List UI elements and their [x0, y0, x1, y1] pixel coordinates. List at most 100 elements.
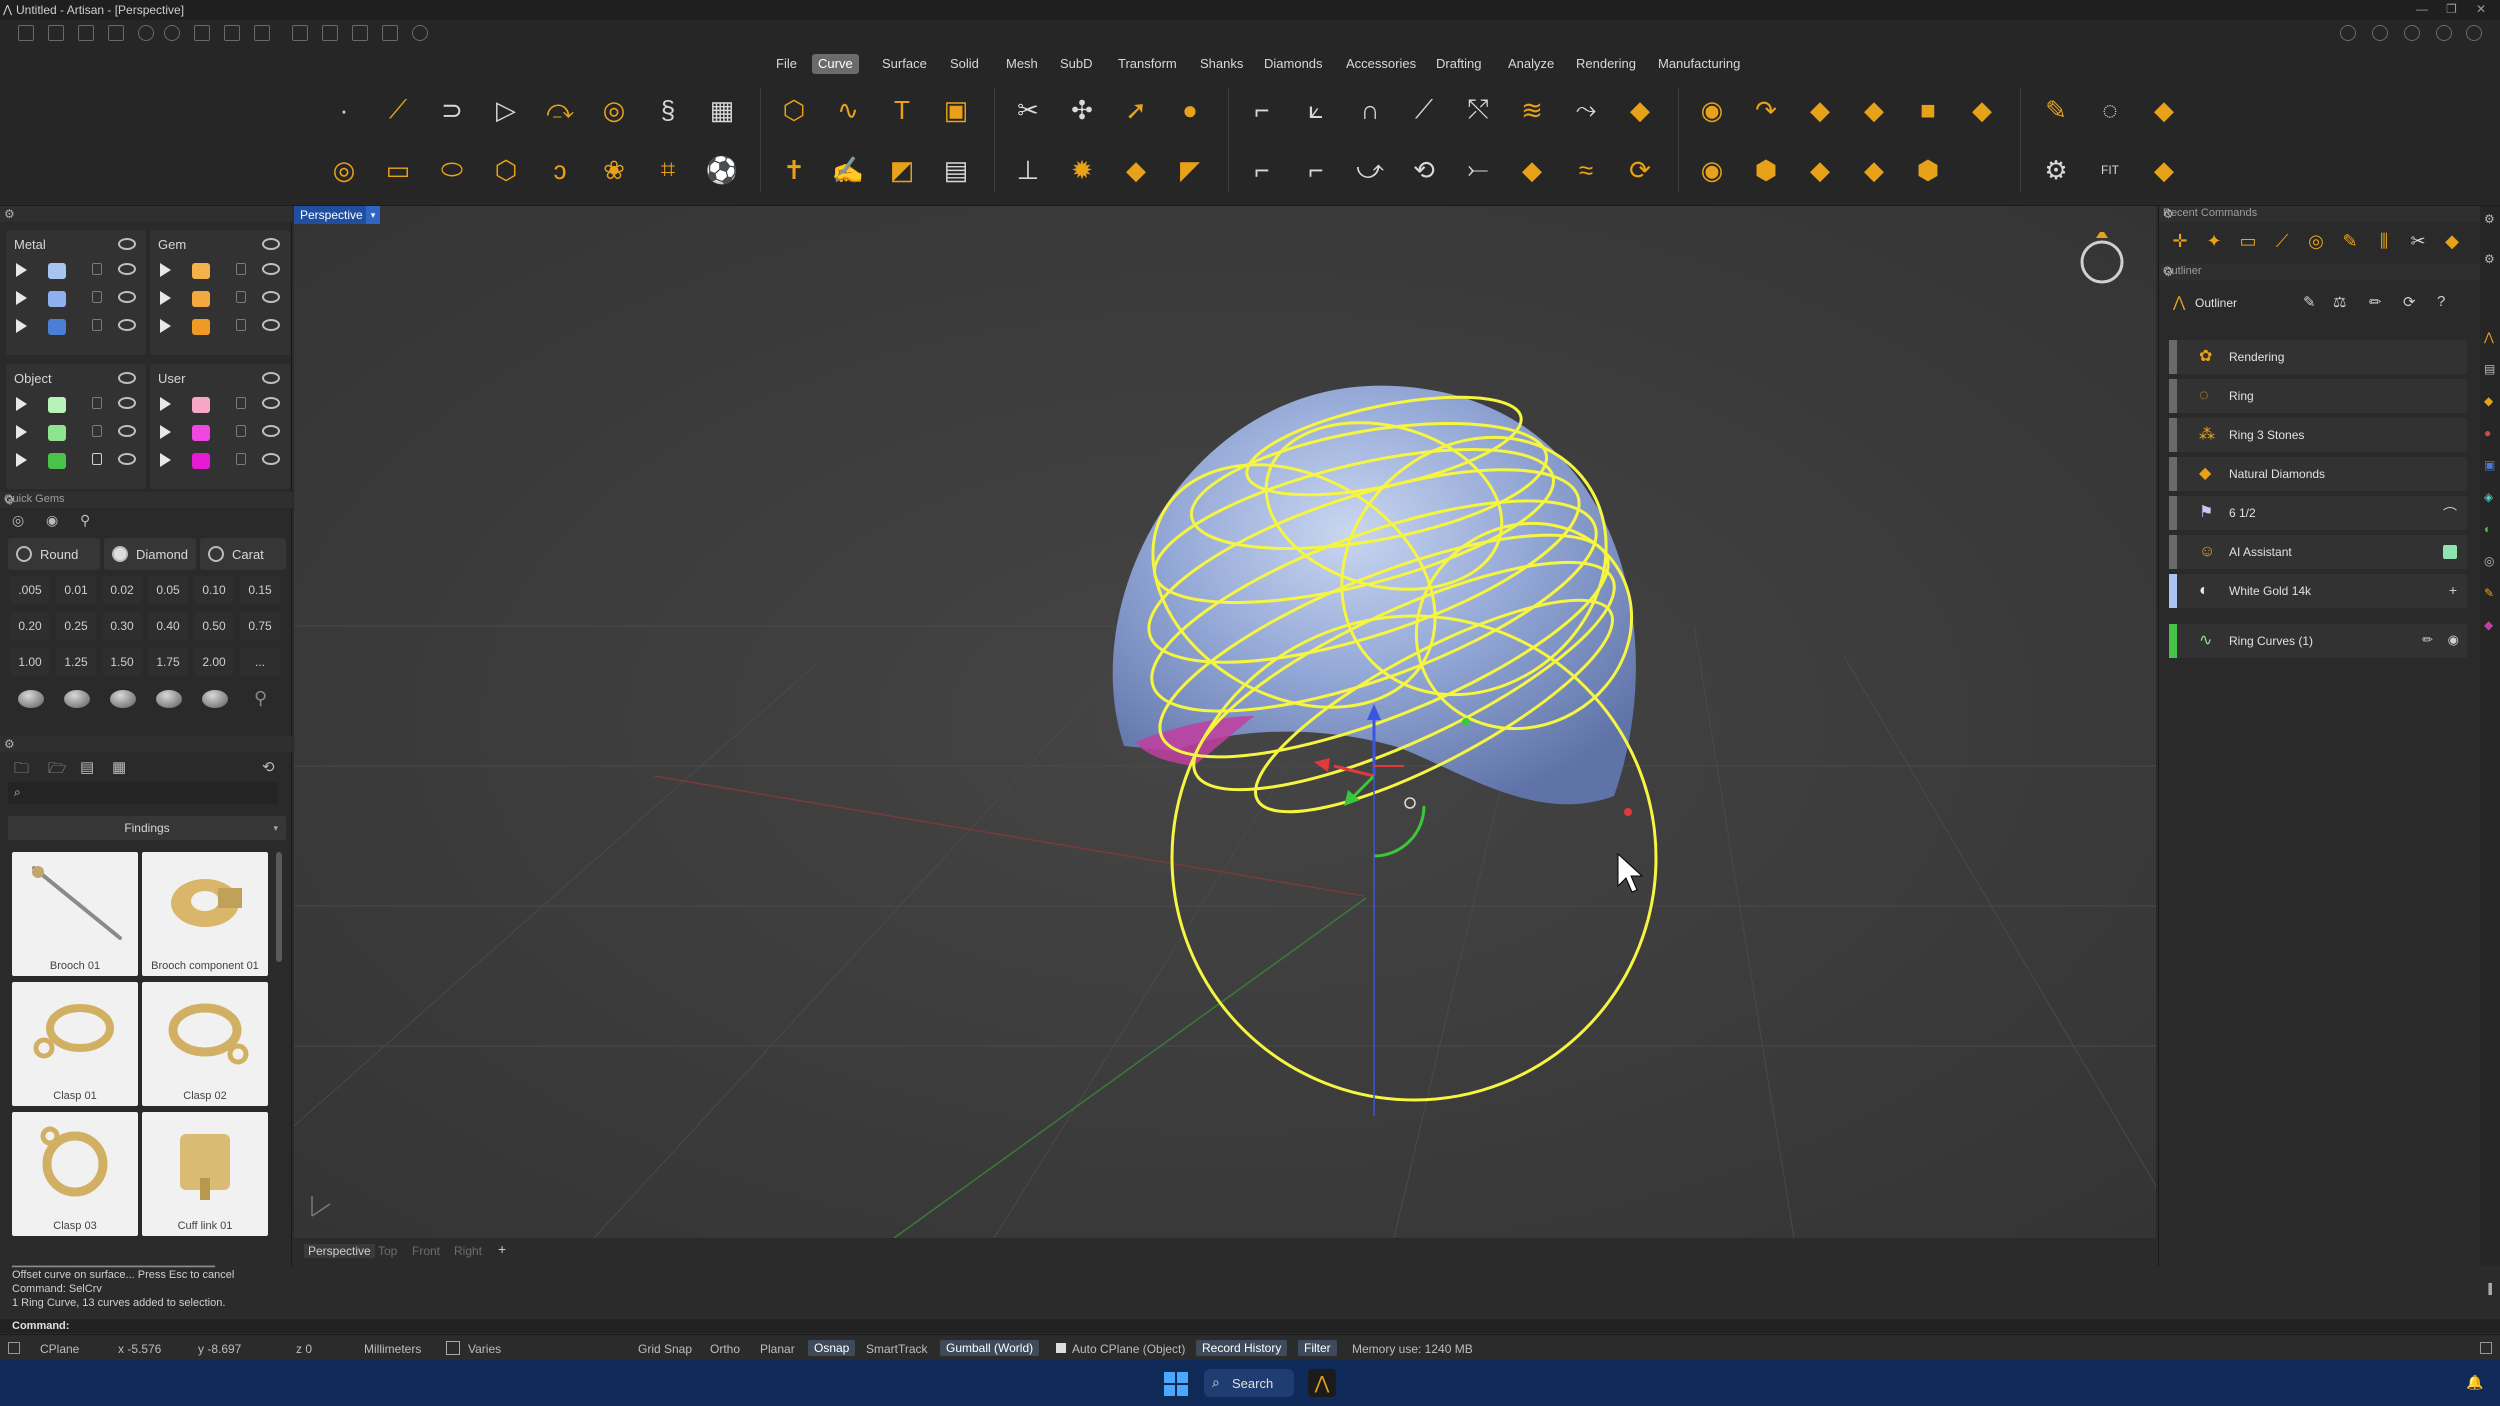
surface-a-icon[interactable]: ◆	[1798, 88, 1842, 132]
lock-icon[interactable]	[92, 263, 102, 275]
polyline-tool-icon[interactable]: ⊃	[430, 88, 474, 132]
curve-on-surface-icon[interactable]: ⬡	[772, 88, 816, 132]
recent-cmd-bars-icon[interactable]: ⫼	[2371, 228, 2397, 254]
eye-icon[interactable]: ◉	[2448, 632, 2459, 648]
help-icon[interactable]: ?	[2437, 293, 2445, 310]
minimize-button[interactable]: —	[2416, 2, 2428, 16]
bend-tool-icon[interactable]: ↷	[1744, 88, 1788, 132]
menu-accessories[interactable]: Accessories	[1340, 54, 1422, 74]
gem-size-button[interactable]: 0.30	[102, 612, 142, 640]
gear-icon[interactable]: ⚙	[4, 737, 286, 751]
lock-icon[interactable]	[236, 291, 246, 303]
helix-tool-icon[interactable]: §	[646, 88, 690, 132]
menu-surface[interactable]: Surface	[876, 54, 933, 74]
help-panel-icon[interactable]: ◎	[2484, 554, 2494, 568]
layer-row[interactable]	[150, 448, 290, 474]
eye-icon[interactable]	[118, 425, 136, 437]
command-line[interactable]: Command:	[0, 1319, 2500, 1333]
shape-c-icon[interactable]: ◆	[1510, 148, 1554, 192]
properties-panel-icon[interactable]: ◈	[2484, 490, 2493, 504]
chevron-down-icon[interactable]: ▾	[366, 206, 380, 224]
recent-cmd-line-icon[interactable]: ⟋	[2269, 228, 2295, 254]
gem-size-more-button[interactable]: ...	[240, 648, 280, 676]
library-item-brooch-01[interactable]: Brooch 01	[12, 852, 138, 976]
sphere-tool-icon[interactable]: ⚽	[700, 148, 744, 192]
outliner-item-ring-curves[interactable]: ∿ Ring Curves (1) ✏ ◉	[2169, 624, 2467, 658]
expand-icon[interactable]	[16, 263, 27, 277]
gem-size-button[interactable]: 1.00	[10, 648, 50, 676]
layer-row[interactable]	[150, 392, 290, 418]
ring-sizer-icon[interactable]: ◌	[2088, 88, 2132, 132]
scroll-arrow-icon[interactable]: ▐	[2485, 1284, 2492, 1295]
gem-size-button[interactable]: 1.50	[102, 648, 142, 676]
cross-tool-icon[interactable]: ✝	[772, 148, 816, 192]
outliner-item-ring[interactable]: ◌ Ring	[2169, 379, 2467, 413]
band-tool-icon[interactable]: ◉	[1690, 88, 1734, 132]
layer-row[interactable]	[6, 448, 146, 474]
gem-cut-pear-icon[interactable]	[156, 690, 182, 708]
layer-color-swatch[interactable]	[192, 291, 210, 307]
expand-icon[interactable]	[16, 291, 27, 305]
lock-icon[interactable]	[92, 453, 102, 465]
gem-shape-dropdown[interactable]: Round	[8, 538, 100, 570]
open-recent-icon[interactable]	[108, 25, 124, 41]
layer-row[interactable]	[150, 314, 290, 340]
layer-color-swatch[interactable]	[48, 263, 66, 279]
gem-setting-icon[interactable]: ◉	[46, 512, 58, 529]
split-tool-icon[interactable]: ✣	[1060, 88, 1104, 132]
expand-icon[interactable]	[16, 425, 27, 439]
layer-row[interactable]	[6, 314, 146, 340]
menu-manufacturing[interactable]: Manufacturing	[1652, 54, 1746, 74]
display-panel-icon[interactable]: ▣	[2484, 458, 2495, 472]
undo-icon[interactable]	[138, 25, 154, 41]
tab-front[interactable]: Front	[412, 1244, 440, 1258]
new-file-icon[interactable]	[18, 25, 34, 41]
menu-drafting[interactable]: Drafting	[1430, 54, 1488, 74]
flower-curve-icon[interactable]: ❀	[592, 148, 636, 192]
record-history-toggle[interactable]: Record History	[1196, 1340, 1288, 1356]
expand-icon[interactable]	[160, 453, 171, 467]
library-search[interactable]: ⌕	[8, 782, 278, 804]
gear-icon[interactable]: ⚙	[4, 493, 286, 507]
windows-start-icon[interactable]	[1164, 1372, 1188, 1396]
expand-icon[interactable]	[16, 453, 27, 467]
recent-cmd-rect-icon[interactable]: ▭	[2235, 228, 2261, 254]
auto-cplane-toggle[interactable]: Auto CPlane (Object)	[1072, 1342, 1185, 1356]
lock-icon[interactable]	[92, 319, 102, 331]
gem-cut-cushion-icon[interactable]	[110, 690, 136, 708]
recent-cmd-gem-icon[interactable]: ✦	[2201, 228, 2227, 254]
eye-icon[interactable]	[262, 319, 280, 331]
layer-color-swatch[interactable]	[192, 397, 210, 413]
circle-tool-icon[interactable]: ◎	[322, 148, 366, 192]
lasso-icon[interactable]	[322, 25, 338, 41]
paint-tool-icon[interactable]: ✎	[2034, 88, 2078, 132]
menu-file[interactable]: File	[770, 54, 803, 74]
arc-tool-icon[interactable]: ⤼	[538, 88, 582, 132]
render-panel-icon[interactable]: ●	[2484, 426, 2491, 440]
align-icon[interactable]	[382, 25, 398, 41]
explode-tool-icon[interactable]: ✹	[1060, 148, 1104, 192]
help-icon[interactable]	[2340, 25, 2356, 41]
shape-a-icon[interactable]: ◆	[1114, 148, 1158, 192]
lock-icon[interactable]	[92, 425, 102, 437]
curve-interp-icon[interactable]: ↄ	[538, 148, 582, 192]
gumball-toggle[interactable]: Gumball (World)	[940, 1340, 1040, 1356]
flow-tool-icon[interactable]: ⤳	[1564, 88, 1608, 132]
gear-icon[interactable]: ⚙	[2163, 265, 2475, 279]
monitor-tool-icon[interactable]: ▤	[934, 148, 978, 192]
expand-icon[interactable]	[16, 397, 27, 411]
mirror-curve-icon[interactable]: ⤚	[1456, 148, 1500, 192]
layer-color-swatch[interactable]	[192, 263, 210, 279]
layer-color-swatch[interactable]	[192, 319, 210, 335]
gem-panel-icon[interactable]: ◆	[2484, 618, 2493, 632]
pick-icon[interactable]: ✎	[2303, 293, 2316, 311]
recent-cmd-circle-icon[interactable]: ◎	[2303, 228, 2329, 254]
surface-e-icon[interactable]: ◆	[1798, 148, 1842, 192]
restore-button[interactable]: ❐	[2446, 2, 2457, 16]
cloud-icon[interactable]	[2404, 25, 2420, 41]
gem-size-button[interactable]: 0.50	[194, 612, 234, 640]
expand-icon[interactable]	[160, 263, 171, 277]
ring-profile-icon[interactable]: ⌒	[2443, 504, 2457, 524]
add-folder-icon[interactable]: 🗁	[48, 758, 67, 783]
waves-tool-icon[interactable]: ≈	[1564, 148, 1608, 192]
